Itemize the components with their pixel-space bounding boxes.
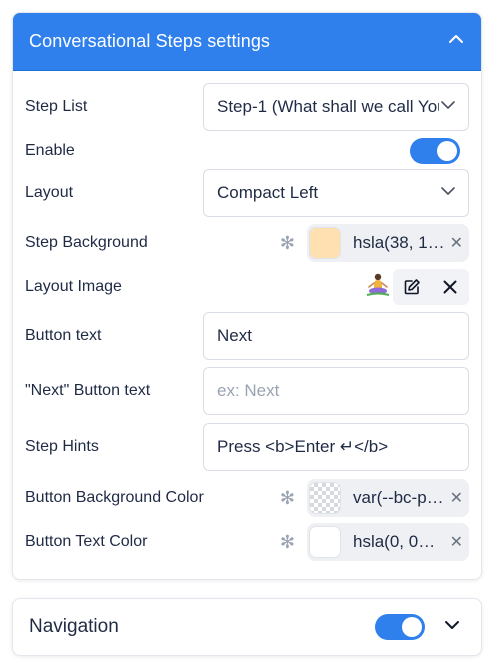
layout-label: Layout [25,184,74,201]
layout-row: Layout Compact Left [25,169,469,217]
toggle-knob [402,617,422,637]
step-background-label: Step Background [25,234,148,251]
next-button-text-input[interactable]: ex: Next [203,367,469,415]
color-swatch[interactable] [309,227,341,259]
color-swatch[interactable] [309,526,341,558]
button-bg-color-field[interactable]: var(--bc-primary) ✕ [307,479,469,517]
layout-image-controls [365,269,469,305]
clear-icon[interactable]: ✕ [450,233,463,253]
clear-icon[interactable]: ✕ [450,532,463,552]
button-text-color-row: Button Text Color ✻ hsla(0, 0%, 100%, 1)… [25,523,469,561]
next-button-text-row: "Next" Button text ex: Next [25,367,469,415]
meditation-person-icon [365,272,391,303]
panel-header[interactable]: Conversational Steps settings [13,13,481,71]
layout-image-label: Layout Image [25,278,122,295]
button-bg-color-row: Button Background Color ✻ var(--bc-prima… [25,479,469,517]
layout-value: Compact Left [217,183,319,202]
chevron-down-icon [440,183,456,204]
button-bg-color-group: ✻ var(--bc-primary) ✕ [280,479,469,517]
step-background-row: Step Background ✻ hsla(38, 100%, 85%, 1)… [25,224,469,262]
toggle-knob [437,141,457,161]
button-bg-color-value[interactable]: var(--bc-primary) [353,488,446,508]
layout-image-row: Layout Image [25,269,469,305]
clear-icon[interactable]: ✕ [450,488,463,508]
button-text-color-value[interactable]: hsla(0, 0%, 100%, 1) [353,532,446,552]
step-list-label: Step List [25,98,88,115]
button-text-input[interactable]: Next [203,312,469,360]
button-text-label: Button text [25,327,102,344]
button-text-row: Button text Next [25,312,469,360]
step-hints-row: Step Hints Press <b>Enter ↵</b> [25,423,469,471]
conversational-steps-panel: Conversational Steps settings Step List … [12,12,482,580]
chevron-up-icon[interactable] [447,30,465,53]
transparent-swatch[interactable] [309,482,341,514]
step-list-row: Step List Step-1 (What shall we call You… [25,83,469,131]
enable-toggle[interactable] [410,138,460,164]
button-text-color-field[interactable]: hsla(0, 0%, 100%, 1) ✕ [307,523,469,561]
navigation-title: Navigation [29,616,119,637]
asterisk-icon: ✻ [279,531,295,552]
asterisk-icon: ✻ [279,232,295,253]
navigation-controls [375,614,461,640]
enable-row: Enable [25,138,469,164]
step-hints-input[interactable]: Press <b>Enter ↵</b> [203,423,469,471]
chevron-down-icon [440,97,456,118]
navigation-panel[interactable]: Navigation [12,598,482,656]
close-icon[interactable] [431,269,469,305]
layout-image-actions [393,269,469,305]
navigation-toggle[interactable] [375,614,425,640]
chevron-down-icon[interactable] [443,616,461,639]
step-background-color-group: ✻ hsla(38, 100%, 85%, 1) ✕ [280,224,469,262]
edit-icon[interactable] [393,269,431,305]
asterisk-icon: ✻ [279,487,295,508]
button-text-color-group: ✻ hsla(0, 0%, 100%, 1) ✕ [280,523,469,561]
step-list-value: Step-1 (What shall we call You ?) [217,97,439,116]
next-button-text-label: "Next" Button text [25,382,151,399]
step-list-select[interactable]: Step-1 (What shall we call You ?) [203,83,469,131]
step-background-value[interactable]: hsla(38, 100%, 85%, 1) [353,233,446,253]
step-hints-label: Step Hints [25,438,99,455]
panel-title: Conversational Steps settings [29,31,271,51]
enable-label: Enable [25,142,75,159]
step-background-color-field[interactable]: hsla(38, 100%, 85%, 1) ✕ [307,224,469,262]
button-bg-color-label: Button Background Color [25,489,204,506]
layout-select[interactable]: Compact Left [203,169,469,217]
button-text-color-label: Button Text Color [25,533,148,550]
